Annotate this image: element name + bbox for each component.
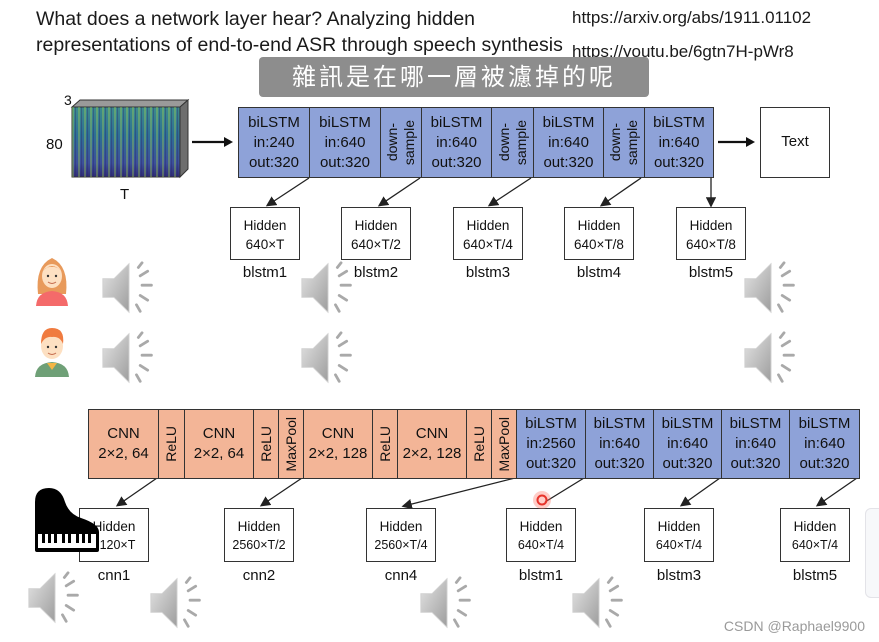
bottom-hidden-blstm5: Hidden 640×T/4 [780,508,850,562]
bottom-relu-3: ReLU [373,410,398,478]
audio-male-blstm1[interactable] [299,330,357,386]
arrow-blstm1 [265,177,310,207]
audio-piano-original[interactable] [26,570,84,626]
bottom-label-cnn2: cnn2 [242,567,276,584]
audio-female-blstm5[interactable] [742,260,800,316]
bottom-bilstm-2: biLSTM in:640 out:320 [586,410,654,478]
watermark: CSDN @Raphael9900 [723,618,865,634]
piano-icon [35,488,99,552]
female-speaker-avatar [36,258,68,306]
male-speaker-avatar [35,328,69,377]
audio-male-original[interactable] [100,330,158,386]
bottom-label-blstm5: blstm5 [792,567,838,584]
bottom-cnn-2: CNN 2×2, 64 [185,410,254,478]
top-hidden-blstm5: Hidden 640×T/8 [676,207,746,260]
bottom-maxpool-2: MaxPool [492,410,517,478]
bottom-hidden-cnn2: Hidden 2560×T/2 [224,508,294,562]
arrow-blstm3 [487,177,532,207]
bottom-hidden-blstm1: Hidden 640×T/4 [506,508,576,562]
audio-female-original[interactable] [100,260,158,316]
bottom-model-strip: CNN 2×2, 64 ReLU CNN 2×2, 64 ReLU MaxPool … [88,409,860,479]
arrow-cnn1 [115,477,158,507]
bottom-cnn-1: CNN 2×2, 64 [89,410,159,478]
bottom-relu-2: ReLU [254,410,279,478]
bottom-cnn-4: CNN 2×2, 128 [398,410,467,478]
bottom-hidden-cnn4: Hidden 2560×T/4 [366,508,436,562]
audio-piano-blstm1[interactable] [570,575,628,631]
top-label-blstm3: blstm3 [465,264,511,281]
arrow-blstm4 [599,177,642,207]
side-panel-edge [865,508,879,598]
bottom-relu-4: ReLU [467,410,492,478]
bottom-label-blstm3: blstm3 [656,567,702,584]
bottom-hidden-blstm3: Hidden 640×T/4 [644,508,714,562]
audio-female-blstm1[interactable] [299,260,357,316]
cursor-marker [533,491,551,509]
top-hidden-blstm4: Hidden 640×T/8 [564,207,634,260]
bottom-maxpool-1: MaxPool [279,410,304,478]
bottom-cnn-3: CNN 2×2, 128 [304,410,373,478]
bottom-bilstm-5: biLSTM in:640 out:320 [790,410,859,478]
audio-piano-cnn1[interactable] [148,575,206,631]
bottom-bilstm-4: biLSTM in:640 out:320 [722,410,790,478]
arrow-bottom-blstm3 [679,477,721,507]
top-hidden-blstm2: Hidden 640×T/2 [341,207,411,260]
top-label-blstm4: blstm4 [576,264,622,281]
arrow-blstm2 [377,177,421,207]
audio-male-blstm5[interactable] [742,330,800,386]
arrow-bottom-blstm5 [815,477,858,507]
top-hidden-blstm3: Hidden 640×T/4 [453,207,523,260]
arrow-cnn2 [259,477,303,507]
bottom-relu-1: ReLU [159,410,185,478]
bottom-bilstm-3: biLSTM in:640 out:320 [654,410,722,478]
audio-piano-cnn4[interactable] [418,575,476,631]
bottom-bilstm-1: biLSTM in:2560 out:320 [517,410,586,478]
arrow-cnn4 [401,477,516,510]
top-hidden-blstm1: Hidden 640×T [230,207,300,260]
